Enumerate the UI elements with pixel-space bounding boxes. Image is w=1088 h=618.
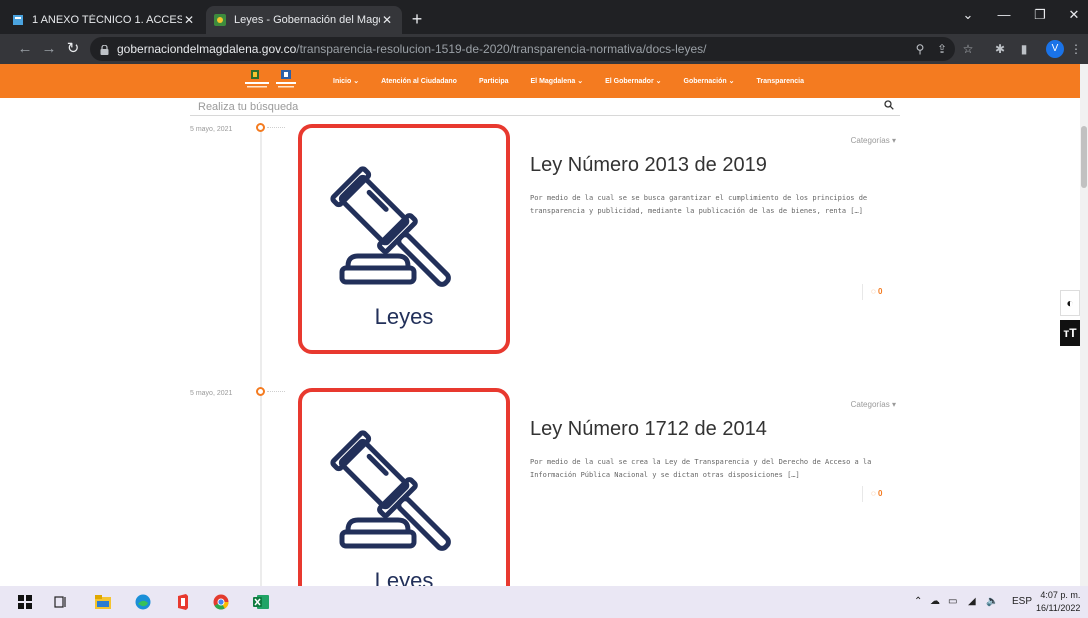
minimize-icon[interactable]: —: [986, 4, 1022, 26]
url-domain: gobernaciondelmagdalena.gov.co: [117, 42, 297, 56]
timeline-line: [260, 130, 262, 586]
new-tab-button[interactable]: +: [406, 9, 428, 31]
contrast-toggle-icon[interactable]: ◐: [1060, 290, 1080, 316]
search-icon[interactable]: [884, 98, 894, 116]
extensions-icon[interactable]: ✱: [990, 38, 1010, 60]
thumbnail-caption: Leyes: [374, 304, 434, 329]
site-favicon-icon: [214, 14, 226, 26]
site-search-input[interactable]: Realiza tu búsqueda: [190, 98, 900, 116]
menu-item-transparencia[interactable]: Transparencia: [757, 78, 804, 85]
categories-dropdown[interactable]: Categorías ▾: [851, 400, 896, 409]
comment-bubble-icon: ◌: [871, 489, 876, 498]
categories-dropdown[interactable]: Categorías ▾: [851, 136, 896, 145]
volume-icon[interactable]: 🔈: [986, 586, 998, 618]
menu-item-el-gobernador[interactable]: El Gobernador ⌄: [605, 77, 661, 85]
comments-count[interactable]: ◌ 0: [862, 486, 882, 502]
tab-anexo-tecnico[interactable]: 1 ANEXO TÉCNICO 1. ACCESIBILI ✕: [4, 6, 204, 34]
onedrive-cloud-icon[interactable]: ☁: [930, 586, 940, 618]
post-thumbnail[interactable]: Leyes: [298, 124, 510, 354]
reload-icon[interactable]: ↻: [62, 38, 84, 60]
back-arrow-icon[interactable]: ←: [14, 38, 36, 60]
gavel-icon: [330, 166, 451, 287]
post-date: 5 mayo, 2021: [190, 390, 233, 397]
close-tab-icon[interactable]: ✕: [182, 13, 196, 27]
taskbar-clock[interactable]: 4:07 p. m. 16/11/2022: [1036, 589, 1080, 615]
close-window-icon[interactable]: ✕: [1056, 4, 1088, 26]
profile-avatar[interactable]: V: [1046, 40, 1064, 58]
gavel-icon: [330, 430, 451, 551]
timeline-connector: [267, 127, 285, 128]
show-hidden-icons-icon[interactable]: ⌃: [914, 586, 922, 618]
tab-search-chevron-icon[interactable]: ⌄: [950, 4, 986, 26]
network-icon[interactable]: ◢: [968, 586, 976, 618]
post-excerpt: Por medio de la cual se se busca garanti…: [530, 194, 868, 215]
page-viewport: Inicio ⌄ Atención al Ciudadano Participa…: [0, 64, 1088, 586]
tab-title: Leyes - Gobernación del Magdale: [234, 14, 380, 26]
menu-item-el-magdalena[interactable]: El Magdalena ⌄: [531, 77, 584, 85]
post-date: 5 mayo, 2021: [190, 126, 233, 133]
search-placeholder: Realiza tu búsqueda: [198, 101, 299, 113]
windows-taskbar: ⌃ ☁ ▭ ◢ 🔈 ESP 4:07 p. m. 16/11/2022: [0, 586, 1088, 618]
text-size-icon[interactable]: тT: [1060, 320, 1080, 346]
scrollbar-thumb[interactable]: [1081, 126, 1087, 188]
file-explorer-icon[interactable]: [92, 591, 114, 613]
browser-tab-strip: 1 ANEXO TÉCNICO 1. ACCESIBILI ✕ Leyes - …: [0, 0, 1088, 34]
edge-browser-icon[interactable]: [132, 591, 154, 613]
post-title[interactable]: Ley Número 1712 de 2014: [530, 418, 767, 441]
post-title[interactable]: Ley Número 2013 de 2019: [530, 154, 767, 177]
clock-time: 4:07 p. m.: [1040, 590, 1081, 600]
chrome-icon[interactable]: [210, 591, 232, 613]
input-language[interactable]: ESP: [1012, 586, 1032, 618]
url-path: /transparencia-resolucion-1519-de-2020/t…: [296, 42, 707, 56]
zoom-search-icon[interactable]: ⚲: [910, 38, 930, 60]
restore-icon[interactable]: ❐: [1022, 4, 1058, 26]
comment-bubble-icon: ◌: [871, 287, 876, 296]
menu-kebab-icon[interactable]: ⋮: [1066, 38, 1086, 60]
battery-icon[interactable]: ▭: [948, 586, 957, 618]
menu-item-inicio[interactable]: Inicio ⌄: [333, 77, 359, 85]
address-bar[interactable]: gobernaciondelmagdalena.gov.co/transpare…: [90, 37, 955, 61]
main-menu: Inicio ⌄ Atención al Ciudadano Participa…: [333, 64, 826, 98]
side-panel-icon[interactable]: ▮: [1014, 38, 1034, 60]
drive-doc-icon: [12, 14, 24, 26]
share-icon[interactable]: ⇪: [932, 38, 952, 60]
timeline-dot: [256, 123, 265, 132]
menu-item-atencion[interactable]: Atención al Ciudadano: [381, 78, 457, 85]
excel-icon[interactable]: [250, 591, 272, 613]
site-navbar: Inicio ⌄ Atención al Ciudadano Participa…: [0, 64, 1080, 98]
tab-leyes[interactable]: Leyes - Gobernación del Magdale ✕: [206, 6, 402, 34]
bookmark-star-icon[interactable]: ☆: [958, 38, 978, 60]
tab-title: 1 ANEXO TÉCNICO 1. ACCESIBILI: [32, 14, 182, 26]
windows-start-icon[interactable]: [14, 591, 36, 613]
task-view-icon[interactable]: [50, 591, 72, 613]
thumbnail-caption: Leyes: [374, 568, 434, 586]
office-icon[interactable]: [172, 591, 194, 613]
clock-date: 16/11/2022: [1036, 603, 1081, 613]
timeline-dot: [256, 387, 265, 396]
browser-toolbar: ← → ↻ gobernaciondelmagdalena.gov.co/tra…: [0, 34, 1088, 64]
menu-item-gobernacion[interactable]: Gobernación ⌄: [684, 77, 735, 85]
lock-icon: [100, 44, 109, 55]
page-scrollbar[interactable]: [1080, 64, 1088, 586]
post-excerpt: Por medio de la cual se crea la Ley de T…: [530, 458, 872, 479]
post-thumbnail[interactable]: Leyes: [298, 388, 510, 586]
gobernacion-logo[interactable]: [243, 69, 301, 91]
close-tab-icon[interactable]: ✕: [380, 13, 394, 27]
timeline-connector: [267, 391, 285, 392]
menu-item-participa[interactable]: Participa: [479, 78, 509, 85]
comments-count[interactable]: ◌ 0: [862, 284, 882, 300]
forward-arrow-icon[interactable]: →: [38, 38, 60, 60]
